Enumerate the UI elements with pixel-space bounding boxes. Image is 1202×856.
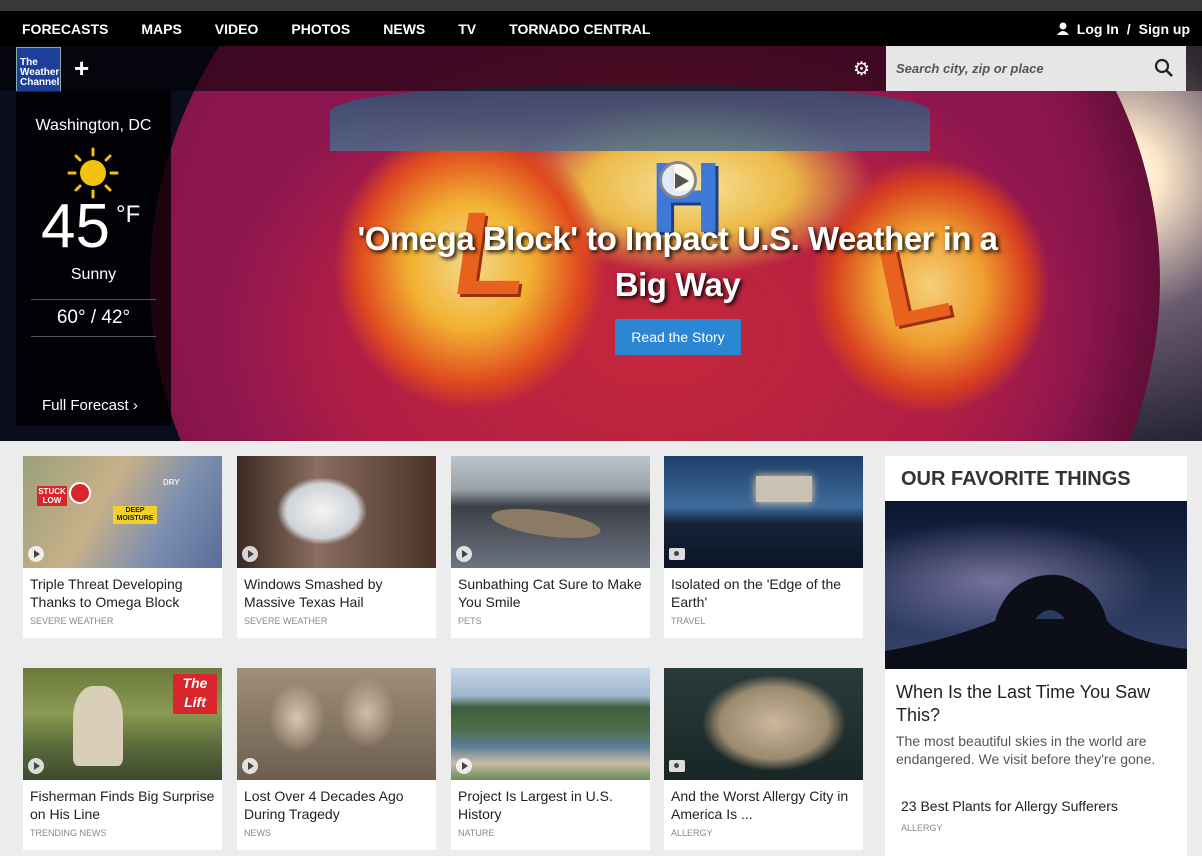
article-card[interactable]: STUCK LOW DEEP MOISTURE DRY Triple Threa… <box>23 456 222 638</box>
weather-condition: Sunny <box>70 266 117 283</box>
weather-channel-logo[interactable]: The Weather Channel <box>16 47 61 92</box>
full-forecast-link[interactable]: Full Forecast › <box>42 397 138 414</box>
video-icon <box>242 758 258 774</box>
video-icon <box>456 546 472 562</box>
favorite-related-link[interactable]: 23 Best Plants for Allergy Sufferers <box>901 798 1118 814</box>
chevron-right-icon: › <box>132 397 138 414</box>
card-title[interactable]: Windows Smashed by Massive Texas Hail <box>244 575 432 611</box>
card-thumbnail: The Lift <box>23 668 222 780</box>
card-title[interactable]: Isolated on the 'Edge of the Earth' <box>671 575 859 611</box>
article-card[interactable]: The Lift Fisherman Finds Big Surprise on… <box>23 668 222 850</box>
current-temperature: 45 <box>41 192 110 261</box>
overlay-label-dry: DRY <box>163 478 180 487</box>
nav-photos[interactable]: PHOTOS <box>291 21 350 37</box>
rock-arch-silhouette <box>885 574 1187 669</box>
card-title[interactable]: Lost Over 4 Decades Ago During Tragedy <box>244 787 432 823</box>
card-category[interactable]: TRENDING NEWS <box>30 828 107 838</box>
cat-shape <box>489 503 603 544</box>
hero-headline[interactable]: 'Omega Block' to Impact U.S. Weather in … <box>330 216 1025 308</box>
header-bar: The Weather Channel + ⚙ <box>0 46 1202 92</box>
article-card[interactable]: Sunbathing Cat Sure to Make You Smile PE… <box>451 456 650 638</box>
card-title[interactable]: And the Worst Allergy City in America Is… <box>671 787 859 823</box>
card-category[interactable]: NEWS <box>244 828 271 838</box>
search-icon[interactable] <box>1154 58 1174 78</box>
card-thumbnail <box>237 456 436 568</box>
favorite-article-title[interactable]: When Is the Last Time You Saw This? <box>896 681 1181 727</box>
card-thumbnail <box>451 668 650 780</box>
signup-link[interactable]: Sign up <box>1139 21 1190 37</box>
favorite-things-panel: OUR FAVORITE THINGS When Is the Last Tim… <box>885 456 1187 856</box>
card-thumbnail <box>664 456 863 568</box>
favorite-related-category[interactable]: ALLERGY <box>901 823 943 833</box>
card-title[interactable]: Triple Threat Developing Thanks to Omega… <box>30 575 218 611</box>
account-links: Log In / Sign up <box>1056 11 1190 46</box>
nav-tv[interactable]: TV <box>458 21 476 37</box>
overlay-label-the-lift: The Lift <box>173 674 217 714</box>
account-separator: / <box>1126 20 1131 37</box>
play-video-icon[interactable] <box>659 161 697 199</box>
search-input[interactable] <box>886 46 1146 91</box>
card-category[interactable]: PETS <box>458 616 482 626</box>
video-icon <box>28 546 44 562</box>
search-box <box>886 46 1186 91</box>
card-category[interactable]: SEVERE WEATHER <box>30 616 113 626</box>
overlay-label-deep-moisture: DEEP MOISTURE <box>113 506 157 524</box>
overlay-label-stuck-low: STUCK LOW <box>37 486 67 506</box>
temperature-unit: °F <box>116 201 141 228</box>
nav-forecasts[interactable]: FORECASTS <box>22 21 108 37</box>
card-category[interactable]: SEVERE WEATHER <box>244 616 327 626</box>
user-icon <box>1056 22 1069 35</box>
card-thumbnail <box>664 668 863 780</box>
video-icon <box>456 758 472 774</box>
card-title[interactable]: Project Is Largest in U.S. History <box>458 787 646 823</box>
card-title[interactable]: Sunbathing Cat Sure to Make You Smile <box>458 575 646 611</box>
high-low-range: 60° / 42° <box>31 299 156 337</box>
nav-tornado-central[interactable]: TORNADO CENTRAL <box>509 21 650 37</box>
full-forecast-label: Full Forecast <box>42 397 129 414</box>
nav-maps[interactable]: MAPS <box>141 21 181 37</box>
main-nav: FORECASTS MAPS VIDEO PHOTOS NEWS TV TORN… <box>0 11 1202 46</box>
current-conditions-panel[interactable]: Washington, DC 45 °F Sunny 60° / 42° Ful… <box>16 91 171 426</box>
card-title[interactable]: Fisherman Finds Big Surprise on His Line <box>30 787 218 823</box>
card-thumbnail <box>451 456 650 568</box>
low-pressure-circle-icon <box>69 482 91 504</box>
card-thumbnail: STUCK LOW DEEP MOISTURE DRY <box>23 456 222 568</box>
card-category[interactable]: TRAVEL <box>671 616 705 626</box>
gear-icon[interactable]: ⚙ <box>853 58 873 80</box>
fisherman-shape <box>73 686 123 766</box>
building-shape <box>756 476 812 502</box>
card-category[interactable]: ALLERGY <box>671 828 713 838</box>
video-icon <box>242 546 258 562</box>
camera-icon <box>669 548 685 560</box>
favorite-article-description: The most beautiful skies in the world ar… <box>896 733 1156 767</box>
read-story-button[interactable]: Read the Story <box>615 319 741 355</box>
hero-banner: L H L The Weather Channel + ⚙ Washington… <box>0 46 1202 441</box>
article-card[interactable]: Lost Over 4 Decades Ago During Tragedy N… <box>237 668 436 850</box>
article-card[interactable]: Windows Smashed by Massive Texas Hail SE… <box>237 456 436 638</box>
card-thumbnail <box>237 668 436 780</box>
camera-icon <box>669 760 685 772</box>
favorites-heading: OUR FAVORITE THINGS <box>901 468 1131 490</box>
logo-text-3: Channel <box>20 77 60 88</box>
article-card[interactable]: Isolated on the 'Edge of the Earth' TRAV… <box>664 456 863 638</box>
nav-video[interactable]: VIDEO <box>215 21 259 37</box>
globe-ocean-band <box>330 86 930 151</box>
article-card[interactable]: And the Worst Allergy City in America Is… <box>664 668 863 850</box>
video-icon <box>28 758 44 774</box>
card-category[interactable]: NATURE <box>458 828 494 838</box>
location-name: Washington, DC <box>35 117 152 134</box>
milky-way-photo[interactable] <box>885 501 1187 669</box>
browser-top-strip <box>0 0 1202 11</box>
nav-news[interactable]: NEWS <box>383 21 425 37</box>
article-card[interactable]: Project Is Largest in U.S. History NATUR… <box>451 668 650 850</box>
login-link[interactable]: Log In <box>1077 21 1119 37</box>
plus-icon[interactable]: + <box>74 53 89 84</box>
